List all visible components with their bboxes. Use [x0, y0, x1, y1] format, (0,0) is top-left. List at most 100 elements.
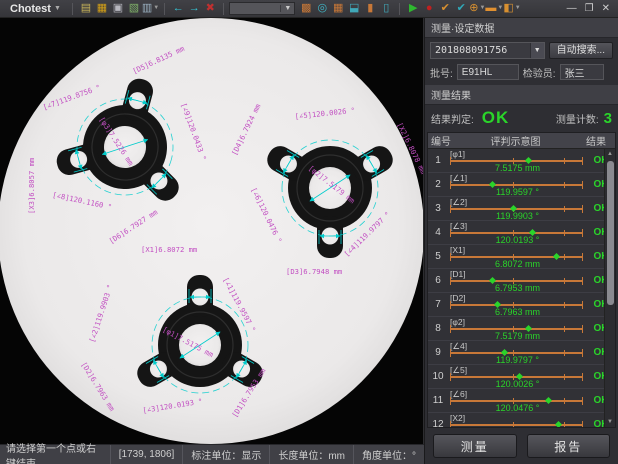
table-row[interactable]: 2[∠1]119.9597 °OK	[428, 173, 615, 197]
redo-arrow-icon: →	[189, 1, 200, 16]
list-panel-icon: ▮	[367, 1, 373, 16]
monitor-icon: ⬓	[349, 1, 359, 16]
table-row[interactable]: 11[∠6]120.0476 °OK	[428, 389, 615, 413]
chevron-down-icon: ▼	[54, 5, 61, 12]
feature-label: [∠4]	[450, 341, 467, 352]
record-icon[interactable]: ●	[421, 1, 437, 16]
redo-arrow-icon[interactable]: →	[186, 1, 202, 16]
scroll-up-icon[interactable]: ▲	[607, 149, 613, 159]
window-controls: — ❐ ✕	[567, 3, 614, 14]
toolbar-separator	[164, 3, 165, 15]
minimize-button[interactable]: —	[567, 3, 577, 14]
measured-value: 6.7963 mm	[448, 307, 587, 317]
table-row[interactable]: 10[∠5]120.0026 °OK	[428, 365, 615, 389]
tolerance-diagram: [∠1]119.9597 °	[448, 173, 587, 196]
row-number: 6	[428, 269, 448, 292]
table-row[interactable]: 5[X1]6.8072 mmOK	[428, 245, 615, 269]
scrollbar-track[interactable]	[607, 159, 614, 417]
auto-search-button[interactable]: 自动搜索...	[549, 42, 613, 59]
table-row[interactable]: 12[X2]6.8078 mmOK	[428, 413, 615, 427]
tolerance-diagram: [∠5]120.0026 °	[448, 365, 587, 388]
chevron-down-icon: ▼	[530, 43, 544, 58]
maximize-button[interactable]: ❐	[585, 3, 594, 14]
tolerance-diagram: [X1] 6.8072 mm	[448, 245, 587, 268]
feature-label: [X2]	[450, 413, 465, 423]
run-measure-icon: ▶	[409, 1, 417, 16]
inspector-input[interactable]: 张三	[560, 64, 604, 80]
dataset-dropdown[interactable]: 201808091756 ▼	[430, 42, 545, 59]
feature-label: [D2]	[450, 293, 466, 303]
measure-circle-icon[interactable]: ⊕▼	[469, 1, 485, 16]
table-row[interactable]: 1[φ1]7.5175 mmOK	[428, 149, 615, 173]
report-button[interactable]: 报告	[527, 434, 611, 458]
delete-icon: ✖	[206, 1, 215, 16]
delete-icon[interactable]: ✖	[202, 1, 218, 16]
app-title: Chotest	[10, 3, 51, 15]
close-button[interactable]: ✕	[602, 3, 610, 14]
open-folder-icon: ▦	[97, 1, 107, 16]
calibration-grid-icon[interactable]: ▦	[330, 1, 346, 16]
new-document-icon: ▤	[81, 1, 91, 16]
app-menu-button[interactable]: Chotest ▼	[4, 3, 67, 15]
measure-count-value: 3	[604, 110, 612, 127]
tolerance-bar	[450, 232, 583, 234]
title-toolbar: Chotest ▼ ▤▦▣▧▥▼ ←→✖ ▼ ▩◎▦⬓▮▯ ▶●✔✔⊕▼▬▼◧▼…	[0, 0, 618, 18]
measure-circle-icon: ⊕	[469, 1, 478, 16]
feature-label: [∠2]	[450, 197, 467, 208]
tolerance-diagram: [D2] 6.7963 mm	[448, 293, 587, 316]
inspector-label: 检验员:	[523, 65, 556, 80]
toolbar-group-file: ▤ ▦▣▧▥▼	[78, 1, 159, 16]
scroll-down-icon[interactable]: ▼	[607, 417, 613, 427]
edit-image-icon: ▧	[129, 1, 139, 16]
result-judgement-label: 结果判定:	[431, 111, 474, 126]
angle-unit: 角度单位：°	[353, 445, 424, 464]
dimension-label: [D3]6.7948 mm	[286, 267, 342, 276]
zoom-search-icon[interactable]: ◎	[314, 1, 330, 16]
screen-capture-icon[interactable]: ◧▼	[503, 1, 520, 16]
open-folder-icon[interactable]: ▦	[94, 1, 110, 16]
tolerance-diagram: [∠3]120.0193 °	[448, 221, 587, 244]
measure-button[interactable]: 测量	[433, 434, 517, 458]
measured-value: 120.0476 °	[448, 403, 587, 413]
tolerance-bar	[450, 352, 583, 354]
application-window: Chotest ▼ ▤▦▣▧▥▼ ←→✖ ▼ ▩◎▦⬓▮▯ ▶●✔✔⊕▼▬▼◧▼…	[0, 0, 618, 464]
image-view-icon[interactable]: ▩	[298, 1, 314, 16]
undo-arrow-icon: ←	[173, 1, 184, 16]
approve-orange-icon: ✔	[441, 1, 450, 16]
save-icon[interactable]: ▣	[110, 1, 126, 16]
run-measure-icon[interactable]: ▶	[405, 1, 421, 16]
list-panel-icon[interactable]: ▮	[362, 1, 378, 16]
edit-image-icon[interactable]: ▧	[126, 1, 142, 16]
dataset-value: 201808091756	[431, 45, 530, 56]
status-hint: 请选择第一个点或右键结束	[0, 440, 110, 464]
tolerance-bar	[450, 376, 583, 378]
new-document-icon[interactable]: ▤	[78, 1, 94, 16]
table-row[interactable]: 6[D1]6.7953 mmOK	[428, 269, 615, 293]
batch-input[interactable]: E91HL	[457, 64, 519, 80]
tolerance-bar	[450, 280, 583, 282]
table-scrollbar[interactable]: ▲ ▼	[604, 149, 615, 427]
feature-label: [X1]	[450, 245, 465, 255]
approve-orange-icon[interactable]: ✔	[437, 1, 453, 16]
scrollbar-thumb[interactable]	[607, 161, 614, 305]
measured-value: 6.8072 mm	[448, 259, 587, 269]
table-row[interactable]: 8[φ2]7.5179 mmOK	[428, 317, 615, 341]
monitor-icon[interactable]: ⬓	[346, 1, 362, 16]
undo-arrow-icon[interactable]: ←	[170, 1, 186, 16]
toolbar-combobox[interactable]: ▼	[229, 2, 295, 15]
toolbar-group-run: ▶●✔✔⊕▼▬▼◧▼	[405, 1, 520, 16]
fill-color-icon[interactable]: ▬▼	[485, 1, 503, 16]
tolerance-diagram: [D1]6.7953 mm	[448, 269, 587, 292]
layout-panel-icon[interactable]: ▯	[378, 1, 394, 16]
record-icon: ●	[426, 1, 433, 16]
measured-value: 119.9597 °	[448, 187, 587, 197]
table-row[interactable]: 4[∠3]120.0193 °OK	[428, 221, 615, 245]
save-as-icon[interactable]: ▥▼	[142, 1, 159, 16]
measurement-canvas[interactable]: [D5]6.8135 mm[∠7]119.8756 °[∠9]120.0433 …	[0, 18, 423, 444]
table-row[interactable]: 3[∠2]119.9903 °OK	[428, 197, 615, 221]
table-row[interactable]: 9[∠4]119.9797 °OK	[428, 341, 615, 365]
approve-teal-icon[interactable]: ✔	[453, 1, 469, 16]
header-number: 编号	[428, 133, 454, 148]
toolbar-separator	[223, 3, 224, 15]
table-row[interactable]: 7[D2]6.7963 mmOK	[428, 293, 615, 317]
